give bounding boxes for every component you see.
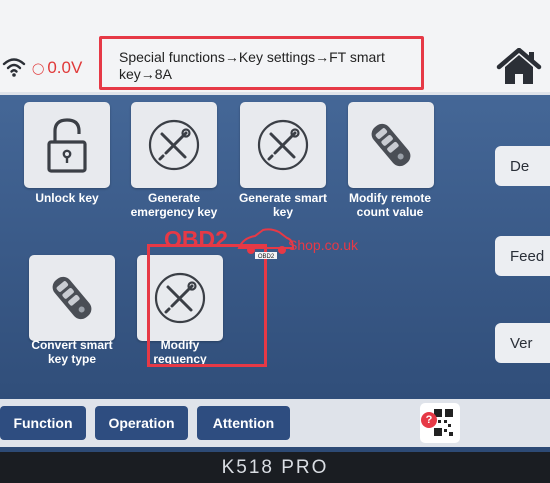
unlock-key-label: Unlock key — [35, 191, 99, 205]
tab-function-label: Function — [13, 415, 73, 431]
battery-icon: ◯ — [32, 62, 45, 75]
convert-smart-key-type-button[interactable] — [29, 255, 115, 341]
modify-remote-count-button[interactable] — [348, 102, 434, 188]
tools-icon — [257, 119, 309, 171]
device-model-label: K518 PRO — [221, 457, 329, 478]
car-logo-icon: OBD2 — [237, 228, 295, 260]
side-button-de-label: De — [510, 157, 530, 175]
side-button-feed[interactable]: Feed — [495, 236, 550, 276]
modify-remote-count-label: Modify remote count value — [348, 191, 431, 219]
tab-operation-label: Operation — [108, 415, 175, 431]
voltage-indicator: ◯ 0.0V — [32, 58, 82, 78]
wifi-icon — [2, 58, 26, 77]
tab-attention[interactable]: Attention — [197, 406, 290, 440]
voltage-value: 0.0V — [47, 58, 83, 77]
generate-emergency-key-label: Generate emergency key — [130, 191, 218, 219]
tab-function[interactable]: Function — [0, 406, 86, 440]
watermark-left: OBD2 — [164, 226, 228, 252]
watermark-right: Shop.co.uk — [288, 237, 359, 253]
watermark-badge: OBD2 — [258, 254, 275, 260]
top-bar-divider — [0, 92, 550, 95]
home-icon[interactable] — [496, 48, 542, 86]
side-button-de[interactable]: De — [495, 146, 550, 186]
tools-icon — [148, 119, 200, 171]
side-button-ver-label: Ver — [510, 334, 533, 352]
selection-highlight — [147, 244, 267, 367]
device-screen: ◯ 0.0V Special functions→Key settings→FT… — [0, 0, 550, 452]
help-icon[interactable]: ? — [421, 412, 437, 428]
padlock-icon — [47, 118, 87, 173]
breadcrumb: Special functions→Key settings→FT smart … — [99, 36, 424, 90]
car-key-fob-icon — [371, 123, 411, 167]
unlock-key-button[interactable] — [24, 102, 110, 188]
generate-smart-key-button[interactable] — [240, 102, 326, 188]
convert-smart-key-type-label: Convert smart key type — [31, 338, 113, 366]
car-key-fob-icon — [52, 276, 92, 320]
watermark: OBD2 Shop.co.uk — [164, 226, 358, 253]
side-button-feed-label: Feed — [510, 247, 545, 265]
generate-smart-key-label: Generate smart key — [238, 191, 328, 219]
generate-emergency-key-button[interactable] — [131, 102, 217, 188]
side-button-ver[interactable]: Ver — [495, 323, 550, 363]
tab-attention-label: Attention — [212, 415, 275, 431]
tab-operation[interactable]: Operation — [95, 406, 188, 440]
